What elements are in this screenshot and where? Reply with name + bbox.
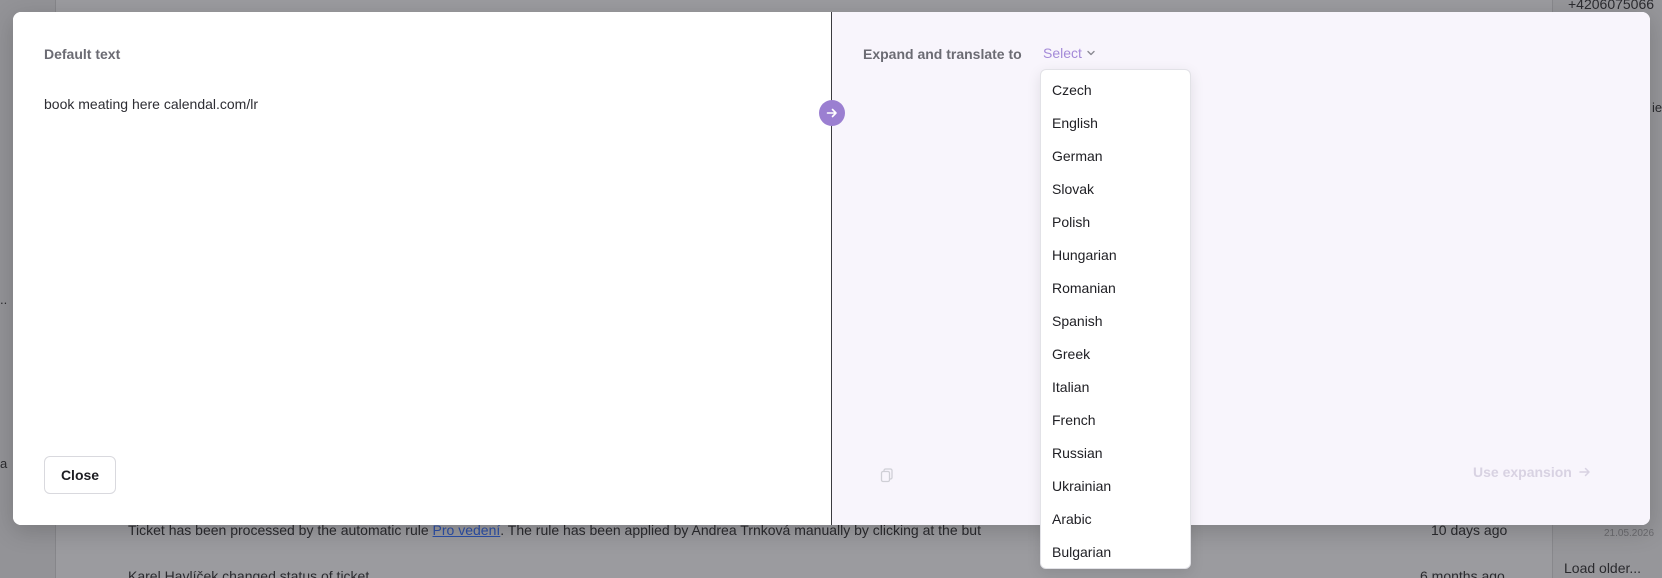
translation-pane: Expand and translate to Select Use expan…	[832, 12, 1650, 525]
language-select[interactable]: Select	[1043, 45, 1096, 61]
language-option-bulgarian[interactable]: Bulgarian	[1041, 536, 1190, 568]
default-text-pane: Default text book meating here calendal.…	[13, 12, 831, 525]
language-select-value: Select	[1043, 45, 1082, 61]
background-load-older-link: Load older...	[1564, 560, 1642, 576]
language-option-english[interactable]: English	[1041, 107, 1190, 140]
language-option-czech[interactable]: Czech	[1041, 74, 1190, 107]
background-edge-text: ..	[0, 292, 8, 307]
use-expansion-label: Use expansion	[1473, 464, 1572, 480]
background-activity-item: Karel Havlíček changed status of ticket	[128, 568, 370, 578]
language-option-arabic[interactable]: Arabic	[1041, 503, 1190, 536]
background-phone-number: +4206075066	[1568, 0, 1655, 12]
language-option-french[interactable]: French	[1041, 404, 1190, 437]
arrow-right-icon	[826, 108, 837, 118]
language-dropdown: Czech English German Slovak Polish Hungarian R…	[1040, 69, 1191, 569]
language-option-german[interactable]: German	[1041, 140, 1190, 173]
language-option-polish[interactable]: Polish	[1041, 206, 1190, 239]
copy-icon[interactable]	[879, 467, 895, 483]
background-date: 21.05.2026	[1604, 528, 1655, 539]
background-edge-text: ie	[1652, 100, 1662, 115]
arrow-right-icon	[1579, 467, 1590, 477]
language-option-greek[interactable]: Greek	[1041, 338, 1190, 371]
use-expansion-button[interactable]: Use expansion	[1473, 464, 1592, 480]
background-activity-time: 6 months ago	[1420, 568, 1505, 578]
language-option-russian[interactable]: Russian	[1041, 437, 1190, 470]
default-text-value[interactable]: book meating here calendal.com/lr	[44, 96, 258, 112]
language-option-slovak[interactable]: Slovak	[1041, 173, 1190, 206]
language-option-ukrainian[interactable]: Ukrainian	[1041, 470, 1190, 503]
default-text-label: Default text	[44, 46, 121, 62]
language-option-spanish[interactable]: Spanish	[1041, 305, 1190, 338]
background-edge-text: a	[0, 456, 8, 471]
language-list: Czech English German Slovak Polish Hungarian R…	[1041, 70, 1190, 568]
language-option-romanian[interactable]: Romanian	[1041, 272, 1190, 305]
expand-translate-label: Expand and translate to	[863, 46, 1022, 62]
close-button[interactable]: Close	[44, 456, 116, 494]
chevron-down-icon	[1087, 50, 1095, 56]
language-option-italian[interactable]: Italian	[1041, 371, 1190, 404]
translate-arrow-button[interactable]	[819, 100, 845, 126]
expand-translate-modal: Default text book meating here calendal.…	[13, 12, 1650, 525]
language-option-hungarian[interactable]: Hungarian	[1041, 239, 1190, 272]
